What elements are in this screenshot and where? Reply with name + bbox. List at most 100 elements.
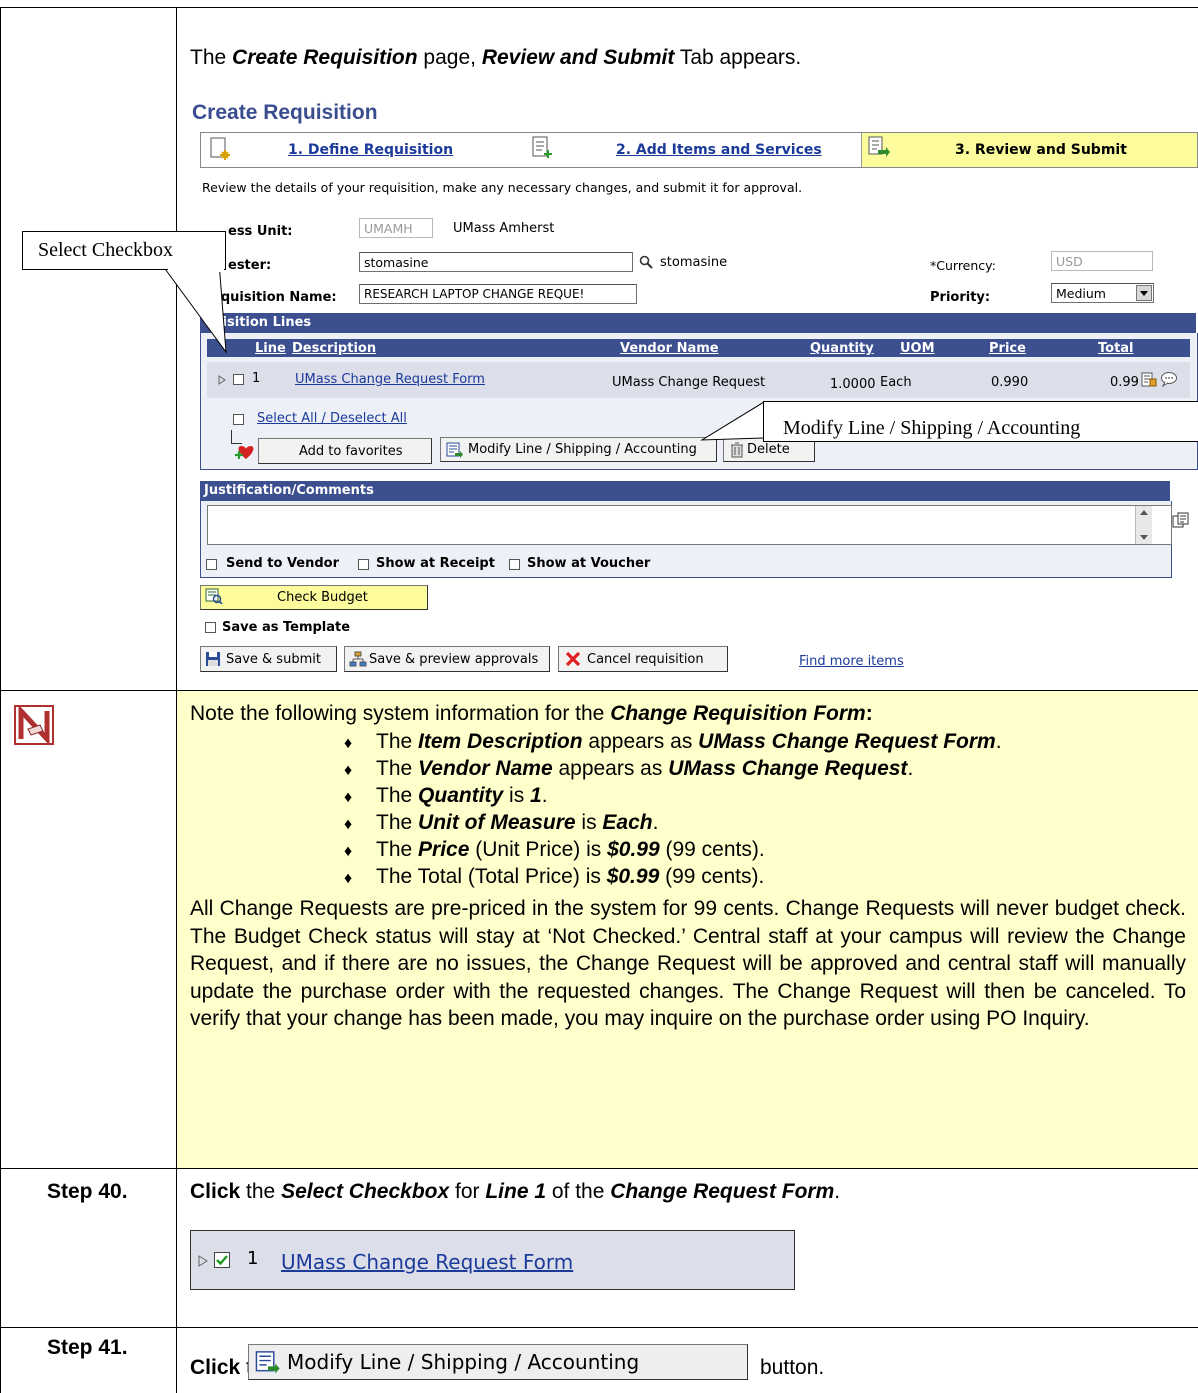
modify-line-icon: [255, 1351, 280, 1374]
line-total: 0.99: [1110, 375, 1139, 390]
step-review-submit[interactable]: 3. Review and Submit: [861, 133, 1197, 167]
tree-connector: [231, 430, 242, 444]
bullet-text: .: [995, 730, 1002, 753]
select-all-checkbox[interactable]: [233, 414, 244, 425]
col-total[interactable]: Total: [1098, 341, 1134, 356]
step-41-suffix: button.: [760, 1356, 825, 1379]
bullet-text: The: [376, 730, 419, 753]
requester-input[interactable]: stomasine: [359, 252, 633, 272]
bullet-text: is: [575, 811, 603, 834]
lookup-icon[interactable]: [639, 255, 653, 269]
list-item: ♦ The Vendor Name appears as UMass Change…: [344, 757, 1002, 784]
step-text: .: [834, 1180, 841, 1203]
step-41-button-label: Modify Line / Shipping / Accounting: [287, 1350, 640, 1374]
expand-arrow-icon: [198, 1255, 208, 1267]
justification-bar: Justification/Comments: [200, 481, 1170, 501]
note-icon: [14, 705, 54, 745]
justification-textarea[interactable]: [207, 505, 1172, 545]
col-vendor-name[interactable]: Vendor Name: [620, 341, 719, 356]
send-to-vendor-label: Send to Vendor: [226, 556, 340, 571]
priority-value: Medium: [1056, 286, 1106, 301]
save-as-template-checkbox[interactable]: [205, 622, 216, 633]
step-40-snippet: 1 UMass Change Request Form: [190, 1230, 795, 1290]
bullet-bold: Price: [418, 838, 470, 861]
cancel-requisition-button[interactable]: Cancel requisition: [558, 646, 728, 672]
save-preview-label: Save & preview approvals: [369, 651, 539, 667]
click-word: Click: [190, 1356, 241, 1379]
bullet-text: appears as: [552, 757, 669, 780]
requester-name: stomasine: [660, 255, 728, 270]
budget-check-icon: [205, 588, 223, 604]
bullet-text: .: [907, 757, 914, 780]
step-review-submit-label: 3. Review and Submit: [955, 142, 1127, 158]
select-all-link[interactable]: Select All / Deselect All: [257, 411, 407, 426]
priority-select[interactable]: Medium: [1051, 283, 1154, 303]
line-details-icon[interactable]: [1141, 372, 1157, 388]
line-vendor: UMass Change Request: [612, 375, 766, 390]
save-disk-icon: [206, 652, 220, 666]
show-at-voucher-checkbox[interactable]: [509, 559, 520, 570]
add-to-favorites-label: Add to favorites: [299, 443, 403, 459]
step-bold: Change Request Form: [610, 1180, 835, 1203]
save-and-submit-button[interactable]: Save & submit: [200, 646, 337, 672]
col-price[interactable]: Price: [989, 341, 1026, 356]
expand-textarea-icon[interactable]: [1172, 512, 1190, 528]
send-to-vendor-checkbox[interactable]: [206, 559, 217, 570]
bullet-bold: Item Description: [418, 730, 583, 753]
intro-tab-name: Review and Submit: [481, 46, 675, 69]
find-more-items-link[interactable]: Find more items: [799, 654, 904, 669]
currency-field: USD: [1051, 251, 1153, 271]
line-uom: Each: [880, 375, 912, 390]
bullet-bold: $0.99: [606, 865, 660, 888]
diamond-bullet-icon: ♦: [344, 735, 353, 752]
step-40-instruction: Click the Select Checkbox for Line 1 of …: [190, 1180, 840, 1204]
step-add-items-link[interactable]: 2. Add Items and Services: [616, 142, 822, 158]
click-word: Click: [190, 1180, 241, 1203]
diamond-bullet-icon: ♦: [344, 789, 353, 806]
snippet-description-link: UMass Change Request Form: [281, 1250, 574, 1274]
check-budget-button[interactable]: Check Budget: [200, 585, 428, 610]
bullet-bold: Quantity: [418, 784, 504, 807]
comment-icon[interactable]: [1160, 371, 1178, 387]
col-quantity[interactable]: Quantity: [810, 341, 874, 356]
expand-arrow-icon[interactable]: [218, 375, 226, 385]
show-at-receipt-label: Show at Receipt: [376, 556, 495, 571]
bullet-bold: $0.99: [607, 838, 660, 861]
note-heading-prefix: Note the following system information fo…: [190, 702, 611, 725]
intro-sentence: The Create Requisition page, Review and …: [190, 46, 801, 70]
save-and-submit-label: Save & submit: [226, 651, 321, 667]
bullet-text: (99 cents).: [659, 838, 765, 861]
bullet-text: appears as: [582, 730, 699, 753]
line-select-checkbox[interactable]: [233, 374, 244, 385]
step-define-link[interactable]: 1. Define Requisition: [288, 142, 453, 158]
modify-line-button[interactable]: Modify Line / Shipping / Accounting: [440, 437, 717, 462]
bullet-bold: Unit of Measure: [418, 811, 576, 834]
select-checkbox-callout: Select Checkbox: [22, 231, 226, 270]
step-add-items[interactable]: 2. Add Items and Services: [531, 133, 861, 167]
show-at-receipt-checkbox[interactable]: [358, 559, 369, 570]
step-bold: Line 1: [485, 1180, 547, 1203]
table-border-top: [0, 7, 1198, 8]
bullet-bold: UMass Change Request Form: [698, 730, 996, 753]
requisition-name-input[interactable]: RESEARCH LAPTOP CHANGE REQUE!: [359, 284, 637, 304]
add-lines-icon: [532, 136, 552, 158]
col-uom[interactable]: UOM: [900, 341, 935, 356]
step-define[interactable]: 1. Define Requisition: [201, 133, 531, 167]
checked-checkbox-icon: [214, 1252, 230, 1268]
step-41-button-image: Modify Line / Shipping / Accounting: [248, 1344, 748, 1380]
modify-line-callout: Modify Line / Shipping / Accounting: [763, 401, 1198, 442]
show-at-voucher-label: Show at Voucher: [527, 556, 651, 571]
review-instructions: Review the details of your requisition, …: [202, 180, 803, 195]
intro-page-name: Create Requisition: [232, 46, 418, 69]
table-row-divider-2: [0, 1168, 1198, 1169]
list-item: ♦ The Quantity is 1.: [344, 784, 1002, 811]
chevron-down-icon[interactable]: [1136, 285, 1152, 301]
col-description[interactable]: Description: [292, 341, 376, 356]
step-41-label: Step 41.: [47, 1336, 128, 1359]
save-preview-approvals-button[interactable]: Save & preview approvals: [344, 646, 550, 672]
add-to-favorites-button[interactable]: Add to favorites: [235, 438, 432, 464]
step-text: the: [240, 1180, 282, 1203]
line-description-link[interactable]: UMass Change Request Form: [295, 372, 485, 387]
textarea-scrollbar[interactable]: [1135, 506, 1152, 544]
callout-pointer-select: [159, 261, 227, 354]
